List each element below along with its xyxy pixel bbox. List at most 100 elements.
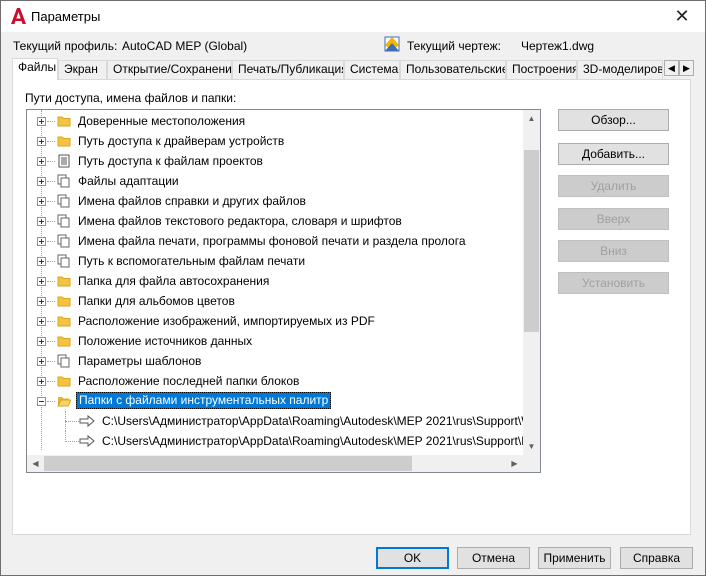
- expand-icon[interactable]: [37, 157, 46, 166]
- expand-icon[interactable]: [37, 237, 46, 246]
- expand-icon[interactable]: [37, 177, 46, 186]
- search-paths-tree[interactable]: Доверенные местоположения Путь доступа к…: [26, 109, 541, 473]
- expand-icon[interactable]: [37, 257, 46, 266]
- close-button[interactable]: ✕: [659, 1, 705, 32]
- scroll-left-icon[interactable]: ◀: [27, 455, 44, 472]
- move-up-button[interactable]: Вверх: [558, 208, 669, 230]
- expand-icon[interactable]: [37, 317, 46, 326]
- tree-item-label: Файлы адаптации: [78, 174, 179, 188]
- documents-icon: [57, 234, 70, 248]
- folder-icon: [57, 296, 71, 307]
- tree-caption: Пути доступа, имена файлов и папки:: [25, 91, 237, 105]
- tree-item-label: Путь к вспомогательным файлам печати: [78, 254, 306, 268]
- expand-icon[interactable]: [37, 197, 46, 206]
- current-profile-value: AutoCAD MEP (Global): [122, 39, 248, 53]
- vertical-scroll-thumb[interactable]: [524, 150, 539, 332]
- tree-item[interactable]: Параметры шаблонов: [27, 351, 525, 371]
- folder-icon: [57, 376, 71, 387]
- scroll-up-icon[interactable]: ▲: [523, 110, 540, 127]
- tree-item-label: Путь доступа к файлам проектов: [78, 154, 263, 168]
- tree-item[interactable]: Путь доступа к драйверам устройств: [27, 131, 525, 151]
- tree-item[interactable]: Папка для файла автосохранения: [27, 271, 525, 291]
- tab-drafting[interactable]: Построения: [506, 60, 577, 79]
- tree-item-label: Расположение изображений, импортируемых …: [78, 314, 375, 328]
- expand-icon[interactable]: [37, 357, 46, 366]
- tree-item-selected[interactable]: Папки с файлами инструментальных палитр: [27, 391, 525, 411]
- tree-item-label: Путь доступа к драйверам устройств: [78, 134, 285, 148]
- horizontal-scroll-thumb[interactable]: [44, 456, 412, 471]
- tab-files[interactable]: Файлы: [12, 58, 58, 80]
- tree-item[interactable]: Имена файлов справки и других файлов: [27, 191, 525, 211]
- tab-user-preferences[interactable]: Пользовательские: [400, 60, 506, 79]
- tree-item[interactable]: Имена файла печати, программы фоновой пе…: [27, 231, 525, 251]
- tab-scroll-left-button[interactable]: ◀: [664, 60, 679, 76]
- path-item[interactable]: C:\Users\Администратор\AppData\Roaming\A…: [27, 411, 540, 431]
- documents-icon: [57, 174, 70, 188]
- path-arrow-icon: [79, 434, 95, 448]
- tree-item-label: Параметры шаблонов: [78, 354, 202, 368]
- tab-scroll-right-button[interactable]: ▶: [679, 60, 694, 76]
- drawing-icon: [384, 36, 400, 52]
- current-drawing-value: Чертеж1.dwg: [521, 39, 595, 53]
- scroll-right-icon[interactable]: ▶: [506, 455, 523, 472]
- scroll-down-icon[interactable]: ▼: [523, 438, 540, 455]
- folder-icon: [57, 316, 71, 327]
- tree-item-label: Папки для альбомов цветов: [78, 294, 235, 308]
- cancel-button[interactable]: Отмена: [457, 547, 530, 569]
- tree-item-label: Имена файлов справки и других файлов: [78, 194, 306, 208]
- tree-item[interactable]: Файлы адаптации: [27, 171, 525, 191]
- tree-item[interactable]: Имена файлов текстового редактора, слова…: [27, 211, 525, 231]
- expand-icon[interactable]: [37, 117, 46, 126]
- current-drawing-label: Текущий чертеж:: [407, 39, 501, 53]
- expand-icon[interactable]: [37, 377, 46, 386]
- path-arrow-icon: [79, 414, 95, 428]
- open-folder-icon: [57, 397, 71, 407]
- tree-item-label: Имена файла печати, программы фоновой пе…: [78, 234, 466, 248]
- window-title: Параметры: [31, 9, 101, 24]
- path-item-label: C:\Users\Администратор\AppData\Roaming\A…: [102, 434, 541, 448]
- tree-item[interactable]: Папки для альбомов цветов: [27, 291, 525, 311]
- ok-button[interactable]: OK: [376, 547, 449, 569]
- expand-icon[interactable]: [37, 277, 46, 286]
- expand-icon[interactable]: [37, 137, 46, 146]
- tab-open-save[interactable]: Открытие/Сохранение: [107, 60, 232, 79]
- expand-icon[interactable]: [37, 217, 46, 226]
- tree-item[interactable]: Доверенные местоположения: [27, 111, 525, 131]
- documents-icon: [57, 354, 70, 368]
- tree-item-label: Доверенные местоположения: [78, 114, 246, 128]
- tree-item[interactable]: Путь к вспомогательным файлам печати: [27, 251, 525, 271]
- scroll-corner: [523, 455, 540, 472]
- expand-icon[interactable]: [37, 297, 46, 306]
- vertical-scrollbar[interactable]: ▲ ▼: [523, 110, 540, 455]
- tree-item[interactable]: Положение источников данных: [27, 331, 525, 351]
- tab-plot-publish[interactable]: Печать/Публикация: [232, 60, 344, 79]
- tree-item[interactable]: Расположение последней папки блоков: [27, 371, 525, 391]
- tab-system[interactable]: Система: [344, 60, 400, 79]
- path-item[interactable]: C:\Users\Администратор\AppData\Roaming\A…: [27, 431, 540, 451]
- documents-icon: [57, 194, 70, 208]
- horizontal-scrollbar[interactable]: ◀ ▶: [27, 455, 523, 472]
- remove-button[interactable]: Удалить: [558, 175, 669, 197]
- tree-item-label: Расположение последней папки блоков: [78, 374, 300, 388]
- tree-item-label: Положение источников данных: [78, 334, 253, 348]
- folder-icon: [57, 336, 71, 347]
- tab-display[interactable]: Экран: [58, 60, 107, 79]
- tree-item[interactable]: Расположение изображений, импортируемых …: [27, 311, 525, 331]
- apply-button[interactable]: Применить: [538, 547, 611, 569]
- move-down-button[interactable]: Вниз: [558, 240, 669, 262]
- title-bar: Параметры ✕: [1, 1, 705, 32]
- add-button[interactable]: Добавить...: [558, 143, 669, 165]
- folder-icon: [57, 276, 71, 287]
- tree-item-label: Папки с файлами инструментальных палитр: [76, 392, 332, 409]
- tree-item[interactable]: Путь доступа к файлам проектов: [27, 151, 525, 171]
- expand-icon[interactable]: [37, 337, 46, 346]
- set-current-button[interactable]: Установить: [558, 272, 669, 294]
- options-dialog: Параметры ✕ Текущий профиль: AutoCAD MEP…: [0, 0, 706, 576]
- tab-3d-modeling[interactable]: 3D-моделирова: [577, 60, 663, 79]
- browse-button[interactable]: Обзор...: [558, 109, 669, 131]
- collapse-icon[interactable]: [37, 397, 46, 406]
- path-item-label: C:\Users\Администратор\AppData\Roaming\A…: [102, 414, 541, 428]
- documents-icon: [57, 254, 70, 268]
- help-button[interactable]: Справка: [620, 547, 693, 569]
- project-file-icon: [58, 154, 70, 168]
